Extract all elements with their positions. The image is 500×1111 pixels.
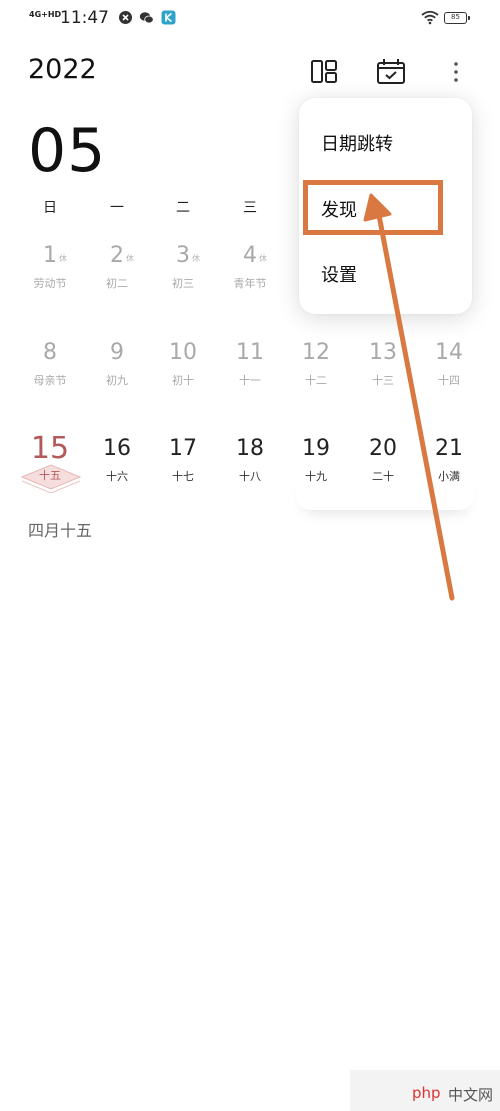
pointer-arrow [363, 193, 455, 601]
watermark-text: 中文网 [448, 1086, 494, 1104]
watermark-logo: php [412, 1084, 441, 1102]
